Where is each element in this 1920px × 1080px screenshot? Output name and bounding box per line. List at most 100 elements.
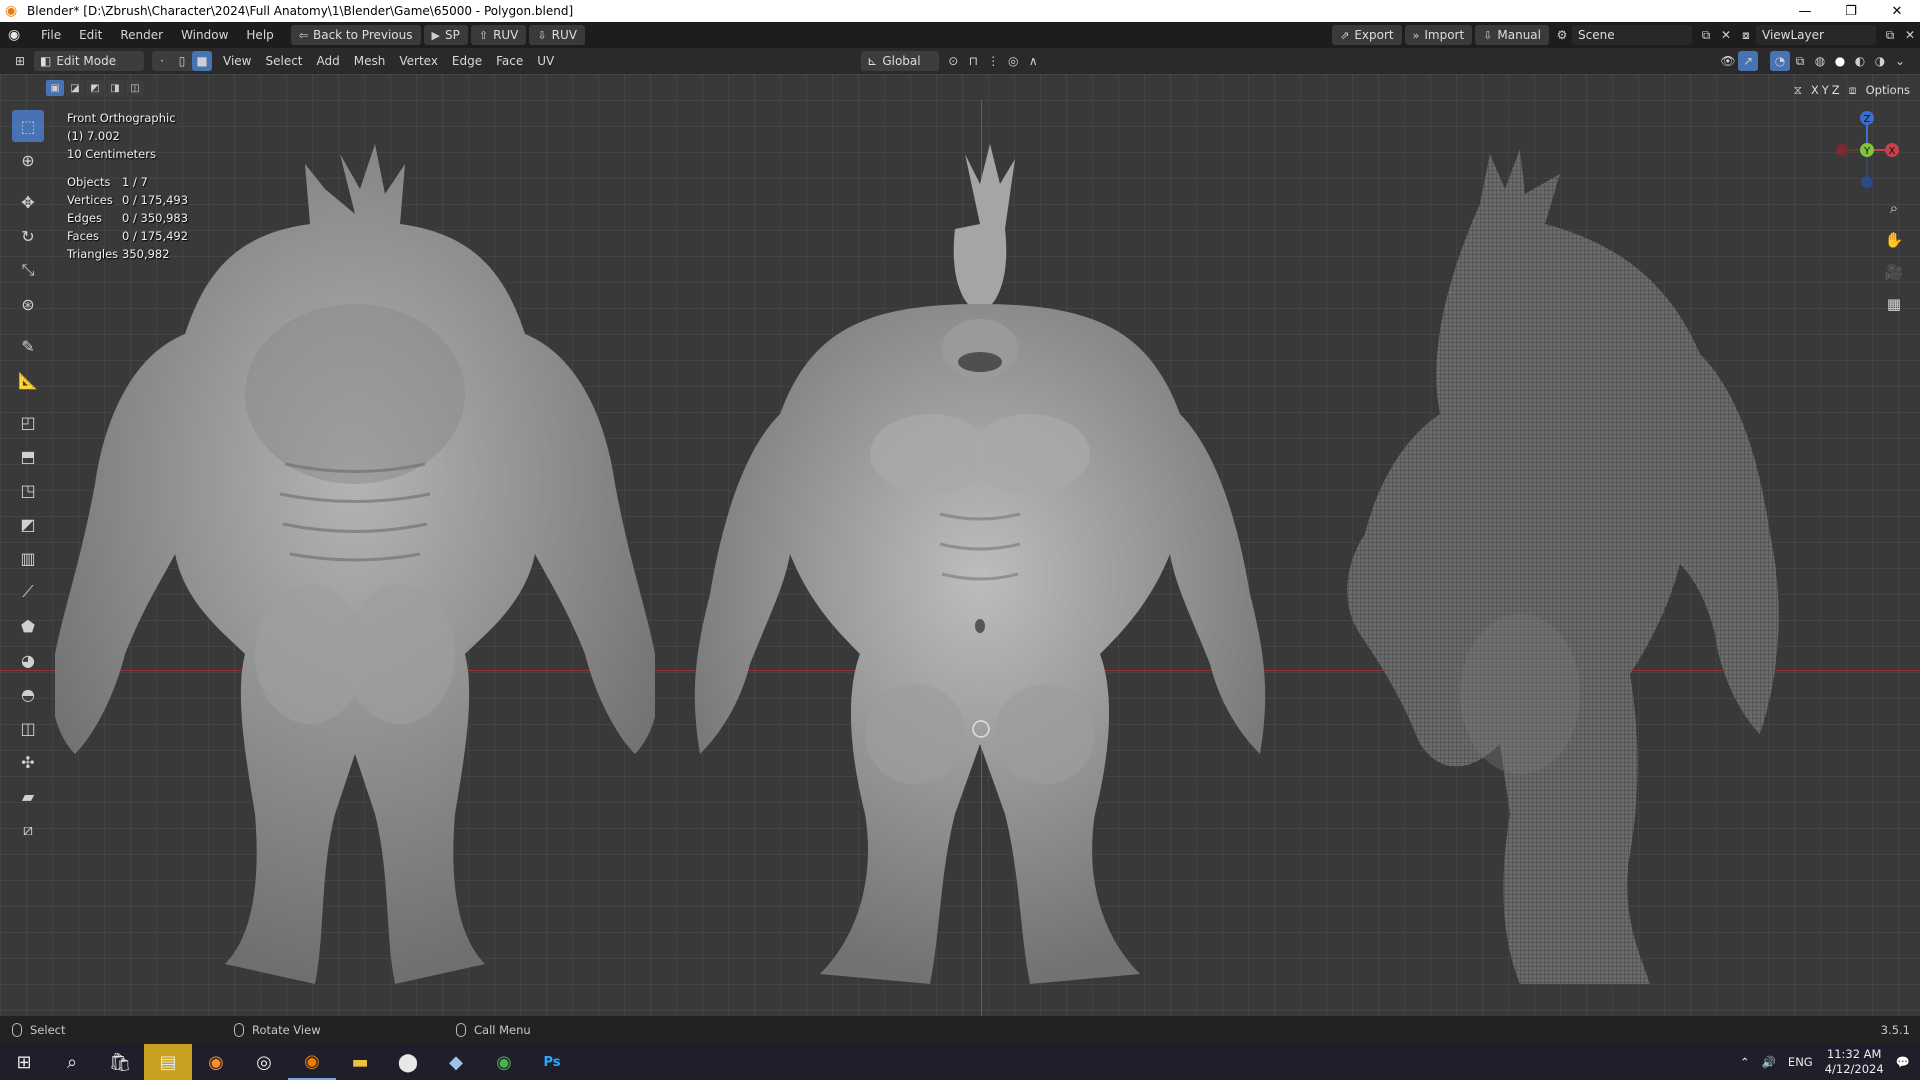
- ruv-export-button[interactable]: ⇧ RUV: [470, 25, 527, 45]
- delete-scene-icon[interactable]: ✕: [1716, 25, 1736, 45]
- visibility-icon[interactable]: 👁: [1718, 51, 1738, 71]
- poly-build-tool-icon[interactable]: ⬟: [12, 610, 44, 642]
- menu-view[interactable]: View: [216, 54, 258, 68]
- restore-icon[interactable]: ❐: [1828, 0, 1874, 22]
- manual-button[interactable]: ⇩ Manual: [1475, 25, 1549, 45]
- vertex-select-icon[interactable]: ·: [152, 51, 172, 71]
- chevron-up-icon[interactable]: ⌃: [1740, 1055, 1750, 1069]
- smooth-tool-icon[interactable]: ◓: [12, 678, 44, 710]
- zoom-icon[interactable]: ⌕: [1880, 194, 1908, 222]
- shading-options-icon[interactable]: ⌄: [1890, 51, 1910, 71]
- ruv-import-button[interactable]: ⇩ RUV: [529, 25, 585, 45]
- notes-app-icon[interactable]: ▤: [144, 1044, 192, 1080]
- rotate-tool-icon[interactable]: ↻: [12, 220, 44, 252]
- falloff-icon[interactable]: ∧: [1023, 51, 1043, 71]
- menu-vertex[interactable]: Vertex: [392, 54, 445, 68]
- scene-icon[interactable]: ⚙: [1552, 25, 1572, 45]
- clock[interactable]: 11:32 AM 4/12/2024: [1825, 1047, 1884, 1077]
- axis-y-toggle[interactable]: Y: [1822, 83, 1829, 97]
- snap-icon[interactable]: ⊓: [963, 51, 983, 71]
- transform-tool-icon[interactable]: ⊛: [12, 288, 44, 320]
- overlays-icon[interactable]: ◔: [1770, 51, 1790, 71]
- pivot-icon[interactable]: ⊙: [943, 51, 963, 71]
- mirror-icon[interactable]: ⧖: [1788, 80, 1808, 100]
- firefox-icon[interactable]: ◉: [192, 1044, 240, 1080]
- notifications-icon[interactable]: 💬: [1896, 1055, 1910, 1069]
- edge-slide-tool-icon[interactable]: ◫: [12, 712, 44, 744]
- viewlayer-selector[interactable]: ViewLayer: [1756, 25, 1876, 45]
- file-explorer-icon[interactable]: ▬: [336, 1044, 384, 1080]
- menu-help[interactable]: Help: [237, 28, 282, 42]
- bevel-tool-icon[interactable]: ◩: [12, 508, 44, 540]
- solid-shading-icon[interactable]: ●: [1830, 51, 1850, 71]
- delete-viewlayer-icon[interactable]: ✕: [1900, 25, 1920, 45]
- wireframe-shading-icon[interactable]: ◍: [1810, 51, 1830, 71]
- menu-edge[interactable]: Edge: [445, 54, 489, 68]
- zbrush-icon[interactable]: ◆: [432, 1044, 480, 1080]
- select-intersect-icon[interactable]: ◫: [126, 80, 144, 96]
- rendered-shading-icon[interactable]: ◑: [1870, 51, 1890, 71]
- menu-uv[interactable]: UV: [530, 54, 561, 68]
- select-new-icon[interactable]: ▣: [46, 80, 64, 96]
- loop-cut-tool-icon[interactable]: ▥: [12, 542, 44, 574]
- xray-icon[interactable]: ⧉: [1790, 51, 1810, 71]
- annotate-tool-icon[interactable]: ✎: [12, 330, 44, 362]
- knife-tool-icon[interactable]: ⟋: [12, 576, 44, 608]
- blender-menu-icon[interactable]: ◉: [8, 27, 28, 43]
- select-box-tool-icon[interactable]: ⬚: [12, 110, 44, 142]
- navigation-gizmo[interactable]: Z X Y: [1832, 108, 1902, 188]
- gizmo-neg-z-axis[interactable]: [1861, 176, 1873, 188]
- menu-render[interactable]: Render: [111, 28, 172, 42]
- scene-selector[interactable]: Scene: [1572, 25, 1692, 45]
- material-shading-icon[interactable]: ◐: [1850, 51, 1870, 71]
- import-button[interactable]: » Import: [1404, 25, 1473, 45]
- proportional-edit-icon[interactable]: ◎: [1003, 51, 1023, 71]
- axis-z-toggle[interactable]: Z: [1832, 83, 1840, 97]
- add-cube-tool-icon[interactable]: ◰: [12, 406, 44, 438]
- store-icon[interactable]: 🛍: [96, 1044, 144, 1080]
- photoshop-icon[interactable]: Ps: [528, 1044, 576, 1080]
- shrink-fatten-tool-icon[interactable]: ✣: [12, 746, 44, 778]
- select-subtract-icon[interactable]: ◩: [86, 80, 104, 96]
- menu-select[interactable]: Select: [258, 54, 309, 68]
- menu-add[interactable]: Add: [310, 54, 347, 68]
- select-extend-icon[interactable]: ◪: [66, 80, 84, 96]
- inset-tool-icon[interactable]: ◳: [12, 474, 44, 506]
- camera-view-icon[interactable]: 🎥: [1880, 258, 1908, 286]
- axis-x-toggle[interactable]: X: [1811, 83, 1819, 97]
- move-tool-icon[interactable]: ✥: [12, 186, 44, 218]
- gizmo-toggle-icon[interactable]: ↗: [1738, 51, 1758, 71]
- viewlayer-icon[interactable]: ⧇: [1736, 25, 1756, 45]
- editor-type-icon[interactable]: ⊞: [10, 51, 30, 71]
- blender-taskbar-icon[interactable]: ◉: [288, 1044, 336, 1080]
- new-scene-icon[interactable]: ⧉: [1696, 25, 1716, 45]
- windows-start-icon[interactable]: ⊞: [0, 1044, 48, 1080]
- volume-icon[interactable]: 🔊: [1762, 1055, 1776, 1069]
- measure-tool-icon[interactable]: 📐: [12, 364, 44, 396]
- search-icon[interactable]: ⌕: [48, 1044, 96, 1080]
- spin-tool-icon[interactable]: ◕: [12, 644, 44, 676]
- minimize-icon[interactable]: —: [1782, 0, 1828, 22]
- edge-select-icon[interactable]: ▯: [172, 51, 192, 71]
- menu-window[interactable]: Window: [172, 28, 237, 42]
- menu-file[interactable]: File: [32, 28, 70, 42]
- options-dropdown[interactable]: Options: [1866, 83, 1910, 97]
- export-button[interactable]: ⇗ Export: [1332, 25, 1402, 45]
- gizmo-neg-x-axis[interactable]: [1836, 144, 1848, 156]
- rip-tool-icon[interactable]: ⧄: [12, 814, 44, 846]
- back-to-previous-button[interactable]: ⇦ Back to Previous: [290, 25, 421, 45]
- chrome-icon[interactable]: ◉: [480, 1044, 528, 1080]
- select-invert-icon[interactable]: ◨: [106, 80, 124, 96]
- scale-tool-icon[interactable]: ⤡: [12, 254, 44, 286]
- extrude-tool-icon[interactable]: ⬒: [12, 440, 44, 472]
- orientation-selector[interactable]: ⊾ Global: [861, 51, 940, 71]
- new-viewlayer-icon[interactable]: ⧉: [1880, 25, 1900, 45]
- mode-selector[interactable]: ◧ Edit Mode: [34, 51, 144, 71]
- auto-merge-icon[interactable]: ⧈: [1843, 80, 1863, 100]
- media-app-icon[interactable]: ⬤: [384, 1044, 432, 1080]
- language-indicator[interactable]: ENG: [1788, 1055, 1813, 1069]
- menu-mesh[interactable]: Mesh: [347, 54, 393, 68]
- close-icon[interactable]: ✕: [1874, 0, 1920, 22]
- perspective-toggle-icon[interactable]: ▦: [1880, 290, 1908, 318]
- menu-edit[interactable]: Edit: [70, 28, 111, 42]
